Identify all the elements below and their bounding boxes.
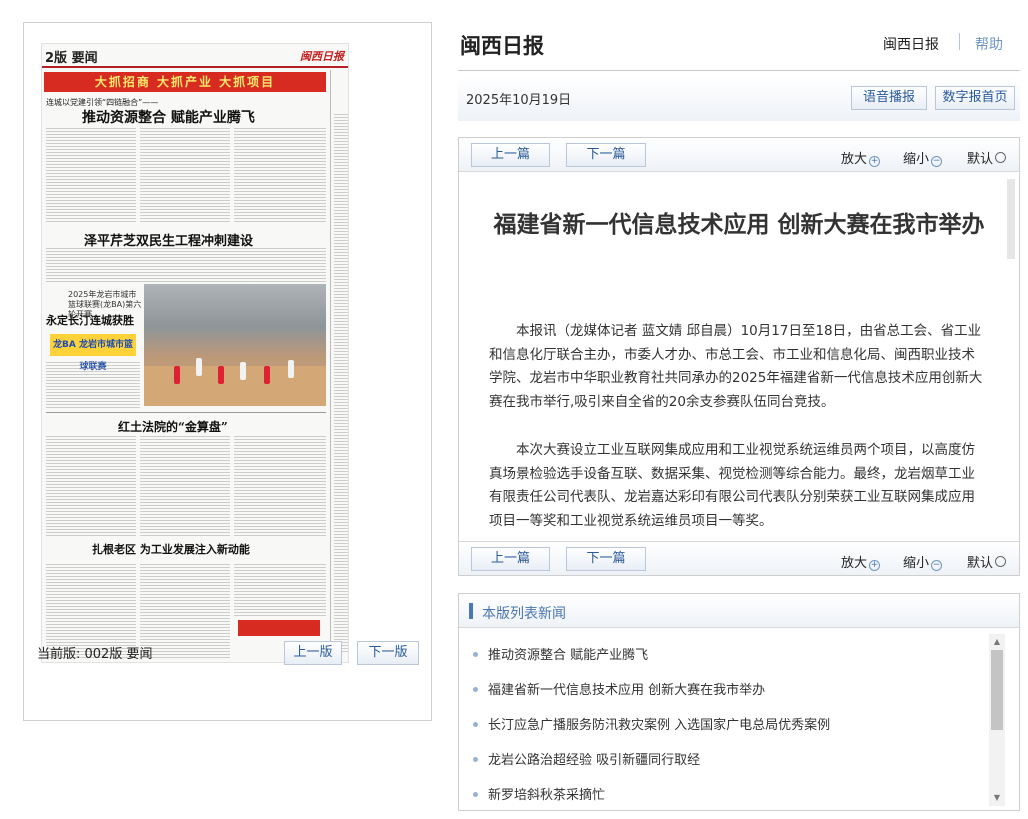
paper-text-block — [46, 436, 136, 536]
paper-text-block — [140, 564, 230, 660]
zoom-reset-label: 默认 — [967, 556, 994, 571]
paper-text-block — [234, 564, 326, 616]
bullet-icon — [473, 757, 478, 762]
paper-text-block — [46, 362, 140, 408]
prev-article-button[interactable]: 上一篇 — [471, 143, 550, 167]
paper-text-block — [46, 248, 326, 282]
zoom-out-button[interactable]: 缩小 − — [903, 148, 943, 167]
bullet-icon — [473, 722, 478, 727]
scroll-up-arrow-icon[interactable]: ▲ — [989, 634, 1005, 650]
paper-banner: 大抓招商 大抓产业 大抓项目 — [44, 72, 326, 92]
news-list-title: 本版列表新闻 — [482, 606, 566, 622]
zoom-in-label: 放大 — [841, 152, 868, 167]
zoom-in-label: 放大 — [841, 556, 868, 571]
paper-text-block — [46, 128, 136, 224]
next-article-button[interactable]: 下一篇 — [566, 547, 646, 571]
zoom-reset-button[interactable]: 默认 — [967, 148, 1007, 167]
news-list-item-label: 新罗培斜秋茶采摘忙 — [488, 788, 606, 803]
news-list-item[interactable]: 新罗培斜秋茶采摘忙 — [473, 784, 605, 803]
paper-basketball-photo[interactable] — [144, 284, 326, 406]
bullet-icon — [473, 792, 478, 797]
paper-column-rule — [330, 70, 331, 660]
paper-headline-4[interactable]: 红土法院的“金算盘” — [118, 418, 228, 435]
bullet-icon — [473, 652, 478, 657]
plus-circle-icon: + — [869, 156, 881, 167]
paper-text-block — [234, 128, 326, 224]
news-list-item[interactable]: 推动资源整合 赋能产业腾飞 — [473, 644, 648, 663]
news-list-item-label: 推动资源整合 赋能产业腾飞 — [488, 648, 649, 663]
paper-headline-3[interactable]: 永定长汀连城获胜 — [46, 312, 134, 328]
section-marker-icon — [469, 603, 473, 619]
minus-circle-icon: − — [931, 156, 943, 167]
news-list-header: 本版列表新闻 — [459, 594, 1019, 628]
paper-text-block — [334, 114, 348, 654]
zoom-in-button[interactable]: 放大 + — [841, 148, 881, 167]
scroll-down-arrow-icon[interactable]: ▼ — [989, 790, 1005, 806]
paper-headline-1[interactable]: 推动资源整合 赋能产业腾飞 — [82, 107, 255, 127]
paper-text-block — [140, 128, 230, 224]
prev-article-button[interactable]: 上一篇 — [471, 547, 550, 571]
circle-icon — [995, 152, 1007, 163]
paper-headline-5[interactable]: 扎根老区 为工业发展注入新动能 — [92, 541, 250, 557]
paper-page-number: 2版 要闻 — [45, 51, 98, 66]
newspaper-page-image[interactable]: 2版 要闻 闽西日报 大抓招商 大抓产业 大抓项目 连城以党建引领“四链融合”—… — [41, 43, 349, 663]
zoom-reset-label: 默认 — [967, 152, 994, 167]
newspaper-page-panel: 2版 要闻 闽西日报 大抓招商 大抓产业 大抓项目 连城以党建引领“四链融合”—… — [23, 22, 432, 721]
header-home-link[interactable]: 闽西日报 — [883, 34, 939, 54]
zoom-out-button[interactable]: 缩小 − — [903, 552, 943, 571]
article-paragraph: 本次大赛设立工业互联网集成应用和工业视觉系统运维员两个项目，以高度仿真场景检验选… — [489, 442, 975, 529]
circle-icon — [995, 556, 1007, 567]
article-content[interactable]: 福建省新一代信息技术应用 创新大赛在我市举办 本报讯（龙媒体记者 蓝文婧 邱自晨… — [459, 173, 1019, 540]
article-title: 福建省新一代信息技术应用 创新大赛在我市举办 — [493, 212, 985, 238]
news-list-item[interactable]: 龙岩公路治超经验 吸引新疆同行取经 — [473, 749, 700, 768]
paper-logo: 闽西日报 — [300, 50, 344, 63]
news-list-item[interactable]: 福建省新一代信息技术应用 创新大赛在我市举办 — [473, 679, 765, 698]
header-divider — [959, 33, 960, 50]
prev-page-button[interactable]: 上一版 — [284, 641, 342, 665]
article-panel: 上一篇 下一篇 放大 + 缩小 − 默认 福建省新一代信息技术应用 创新大赛在我市举… — [458, 137, 1020, 576]
site-title: 闽西日报 — [460, 34, 544, 58]
news-list-panel: 本版列表新闻 推动资源整合 赋能产业腾飞 福建省新一代信息技术应用 创新大赛在我… — [458, 593, 1020, 811]
digital-paper-home-button[interactable]: 数字报首页 — [935, 86, 1015, 110]
news-list-item-label: 长汀应急广播服务防汛救灾案例 入选国家广电总局优秀案例 — [488, 718, 831, 733]
zoom-out-label: 缩小 — [903, 152, 930, 167]
news-list-item-label: 福建省新一代信息技术应用 创新大赛在我市举办 — [488, 683, 766, 698]
next-article-button[interactable]: 下一篇 — [566, 143, 646, 167]
bullet-icon — [473, 687, 478, 692]
audio-broadcast-button[interactable]: 语音播报 — [851, 86, 927, 110]
article-toolbar-top: 上一篇 下一篇 放大 + 缩小 − 默认 — [459, 138, 1019, 172]
article-scrollbar[interactable] — [1007, 179, 1015, 259]
next-page-button[interactable]: 下一版 — [357, 641, 419, 665]
date-toolbar: 2025年10月19日 语音播报 数字报首页 — [458, 77, 1020, 121]
header-rule — [458, 70, 1020, 71]
paper-text-block — [140, 436, 230, 536]
paper-rule — [46, 412, 326, 413]
zoom-in-button[interactable]: 放大 + — [841, 552, 881, 571]
article-toolbar-bottom: 上一篇 下一篇 放大 + 缩小 − 默认 — [459, 541, 1019, 575]
current-edition-label: 当前版: 002版 要闻 — [37, 647, 153, 662]
news-list-scrollbar[interactable]: ▲ ▼ — [989, 634, 1005, 806]
plus-circle-icon: + — [869, 560, 881, 571]
paper-text-block — [234, 436, 326, 536]
paper-headline-2[interactable]: 泽平芹芝双民生工程冲刺建设 — [84, 230, 253, 249]
news-list-item-label: 龙岩公路治超经验 吸引新疆同行取经 — [488, 753, 701, 768]
paper-league-logo: 龙BA 龙岩市城市篮球联赛 — [50, 334, 136, 372]
scrollbar-thumb[interactable] — [991, 650, 1003, 730]
paper-footer-ad — [238, 620, 320, 636]
news-list-item[interactable]: 长汀应急广播服务防汛救灾案例 入选国家广电总局优秀案例 — [473, 714, 830, 733]
header-help-link[interactable]: 帮助 — [975, 34, 1003, 54]
zoom-reset-button[interactable]: 默认 — [967, 552, 1007, 571]
issue-date: 2025年10月19日 — [466, 93, 572, 108]
minus-circle-icon: − — [931, 560, 943, 571]
article-paragraph: 本报讯（龙媒体记者 蓝文婧 邱自晨）10月17日至18日，由省总工会、省工业和信… — [489, 323, 983, 410]
zoom-out-label: 缩小 — [903, 556, 930, 571]
